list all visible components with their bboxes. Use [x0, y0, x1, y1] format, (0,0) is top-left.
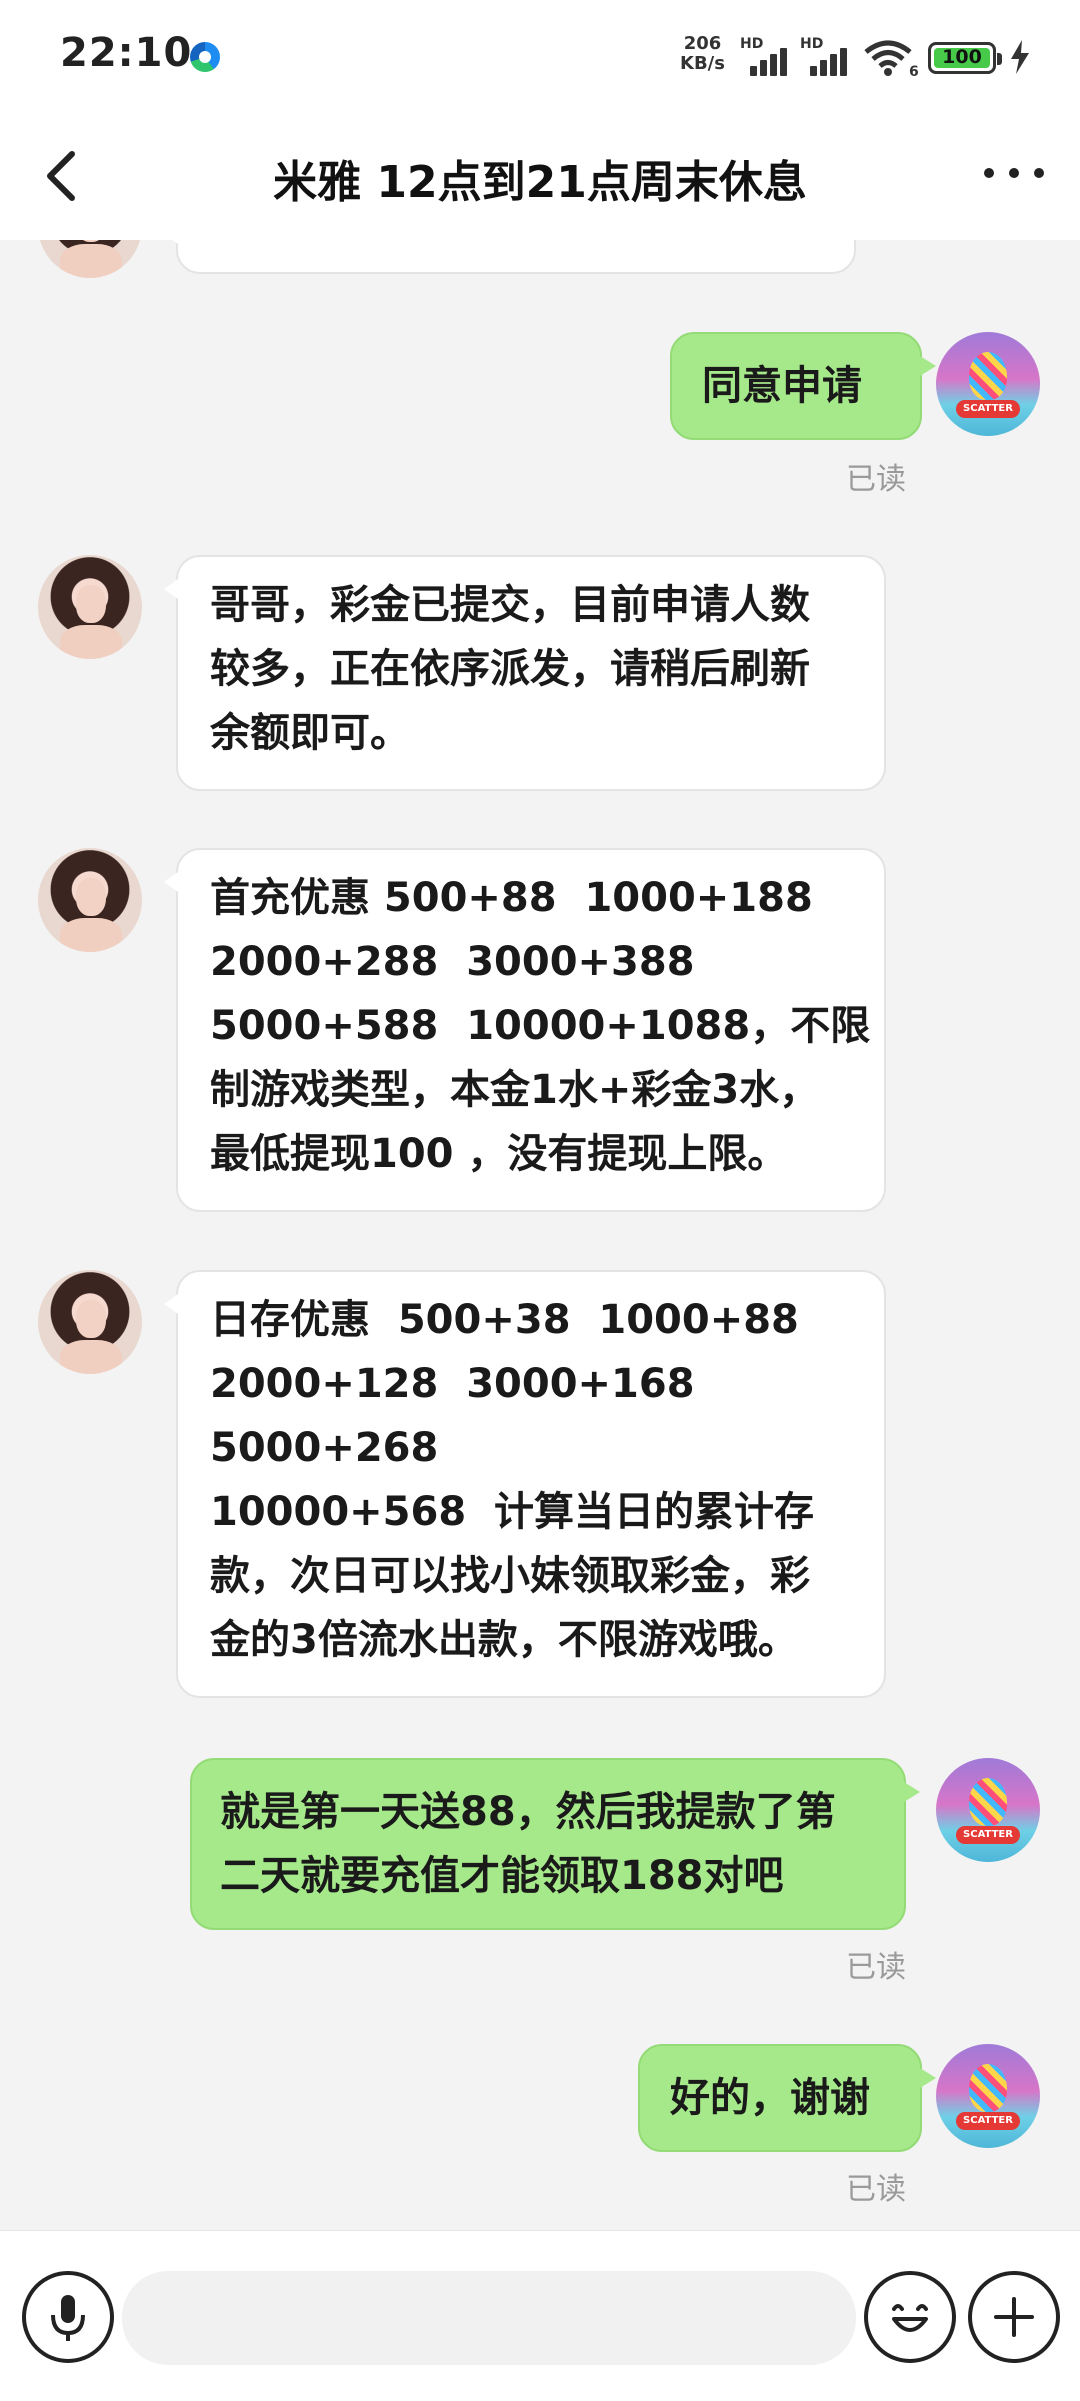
- read-status: 已读: [846, 2172, 906, 2207]
- message-bubble-incoming[interactable]: 首充优惠 500+88 1000+188 2000+288 3000+388 5…: [164, 848, 886, 1212]
- contact-avatar[interactable]: [38, 848, 142, 952]
- battery-level: 100: [942, 46, 982, 68]
- message-text: 余额即可。: [210, 710, 410, 756]
- message-text: 同意申请: [702, 363, 862, 409]
- user-avatar[interactable]: SCATTER: [936, 2044, 1040, 2148]
- avatar-scatter-label: SCATTER: [956, 1826, 1020, 1844]
- message-text: 2000+128 3000+168: [210, 1361, 695, 1407]
- message-text: 5000+268: [210, 1425, 439, 1471]
- input-bar: [0, 2230, 1080, 2401]
- read-status: 已读: [846, 1950, 906, 1985]
- message-bubble-outgoing[interactable]: 同意申请: [670, 332, 936, 440]
- more-dots-icon[interactable]: [984, 158, 1044, 188]
- read-status: 已读: [846, 462, 906, 497]
- message-text: 2000+288 3000+388: [210, 939, 695, 985]
- contact-avatar[interactable]: [38, 555, 142, 659]
- message-text: 好的，谢谢: [670, 2075, 870, 2121]
- message-list[interactable]: 同意申请 SCATTER 已读 哥哥，彩金已提交，目前申请人数 较多，正在依序派…: [0, 240, 1080, 2230]
- signal-icon: HD: [740, 36, 800, 76]
- emoji-icon[interactable]: [864, 2271, 956, 2363]
- user-avatar[interactable]: SCATTER: [936, 1758, 1040, 1862]
- message-bubble-incoming[interactable]: 哥哥，彩金已提交，目前申请人数 较多，正在依序派发，请稍后刷新 余额即可。: [164, 555, 886, 791]
- message-text: 金的3倍流水出款，不限游戏哦。: [210, 1617, 798, 1663]
- wifi-icon: 6: [862, 38, 922, 82]
- chat-title: 米雅 12点到21点周末休息: [273, 157, 807, 208]
- message-text: 首充优惠 500+88 1000+188: [210, 875, 813, 921]
- sim2-hd-label: HD: [800, 36, 824, 52]
- message-text: 制游戏类型，本金1水+彩金3水，: [210, 1067, 820, 1113]
- contact-avatar[interactable]: [38, 240, 142, 278]
- wifi-6-label: 6: [909, 64, 919, 78]
- message-bubble-outgoing[interactable]: 就是第一天送88，然后我提款了第 二天就要充值才能领取188对吧: [190, 1758, 920, 1930]
- network-speed-unit: KB/s: [680, 53, 725, 74]
- status-bar: 22:10 206 KB/s HD HD 6 100: [0, 0, 1080, 110]
- contact-avatar[interactable]: [38, 1270, 142, 1374]
- signal-icon: HD: [800, 36, 860, 76]
- message-bubble-incoming[interactable]: 日存优惠 500+38 1000+88 2000+128 3000+168 50…: [164, 1270, 886, 1698]
- edge-icon: [190, 42, 220, 72]
- message-text: 日存优惠 500+38 1000+88: [210, 1297, 799, 1343]
- message-text: 较多，正在依序派发，请稍后刷新: [210, 646, 810, 692]
- status-time: 22:10: [60, 30, 193, 76]
- message-text: 5000+588 10000+1088，不限: [210, 1003, 871, 1049]
- plus-icon[interactable]: [968, 2271, 1060, 2363]
- user-avatar[interactable]: SCATTER: [936, 332, 1040, 436]
- message-text: 最低提现100 ，没有提现上限。: [210, 1131, 788, 1177]
- battery-icon: 100: [928, 42, 1002, 74]
- network-speed-value: 206: [683, 33, 722, 54]
- chevron-left-icon[interactable]: [40, 148, 90, 204]
- microphone-icon[interactable]: [22, 2271, 114, 2363]
- charging-icon: [1008, 40, 1032, 78]
- message-bubble-outgoing[interactable]: 好的，谢谢: [638, 2044, 936, 2152]
- avatar-scatter-label: SCATTER: [956, 2112, 1020, 2130]
- chat-header: 米雅 12点到21点周末休息: [0, 110, 1080, 240]
- sim1-hd-label: HD: [740, 36, 764, 52]
- message-input[interactable]: [122, 2271, 856, 2365]
- message-text: 二天就要充值才能领取188对吧: [220, 1853, 784, 1899]
- message-text: 哥哥，彩金已提交，目前申请人数: [210, 582, 810, 628]
- message-text: 10000+568 计算当日的累计存: [210, 1489, 815, 1535]
- message-bubble-partial[interactable]: [164, 240, 856, 274]
- message-text: 款，次日可以找小妹领取彩金，彩: [210, 1553, 810, 1599]
- message-text: 就是第一天送88，然后我提款了第: [220, 1789, 836, 1835]
- avatar-scatter-label: SCATTER: [956, 400, 1020, 418]
- network-speed: 206 KB/s: [680, 34, 725, 74]
